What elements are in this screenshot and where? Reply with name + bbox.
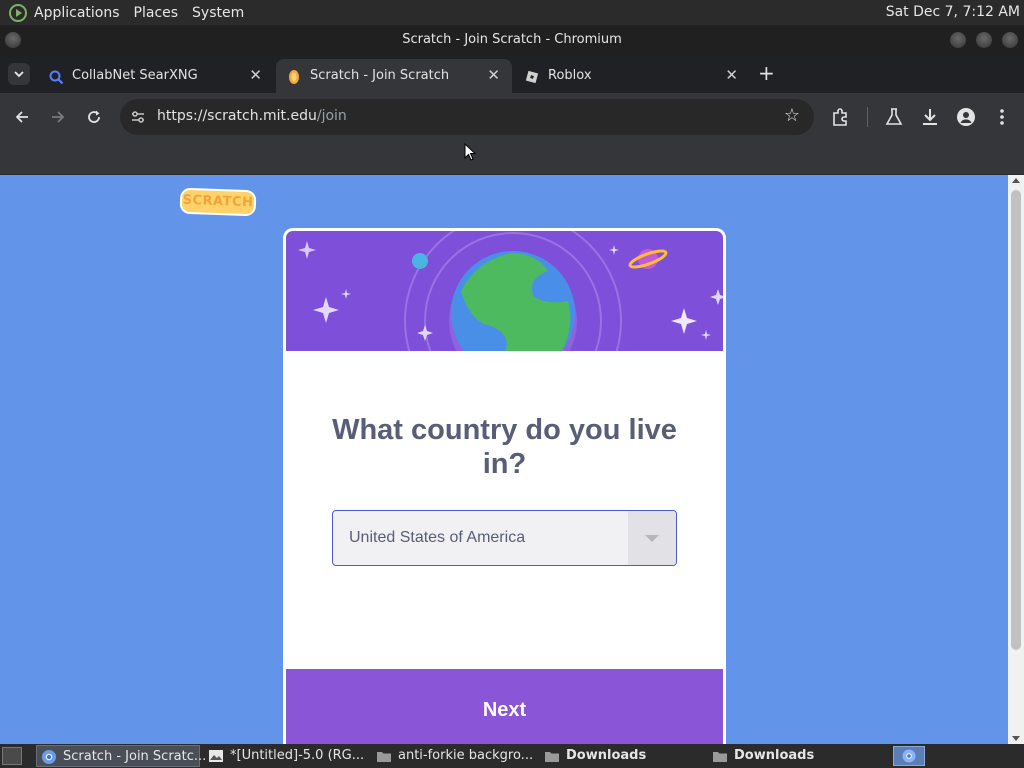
back-arrow-icon[interactable] (10, 105, 34, 129)
download-icon[interactable] (918, 105, 942, 129)
close-window-button[interactable] (1002, 32, 1018, 48)
url-path: /join (316, 108, 347, 124)
scratch-logo[interactable]: SCRATCH (179, 187, 257, 217)
taskbar-item-label: *[Untitled]-5.0 (RG... (230, 748, 365, 763)
toolbar-separator (867, 107, 868, 127)
more-menu-icon[interactable] (990, 105, 1014, 129)
earth-space-illustration (298, 231, 723, 351)
roblox-icon (525, 70, 539, 84)
maximize-button[interactable] (976, 32, 992, 48)
taskbar-item-label: Scratch - Join Scratc... (63, 749, 207, 764)
extensions-puzzle-icon[interactable] (829, 105, 853, 129)
applications-menu[interactable]: Applications (34, 5, 120, 21)
taskbar-item-chromium[interactable]: Scratch - Join Scratc... (36, 745, 206, 767)
taskbar-item-label: Downloads (566, 748, 647, 763)
places-menu[interactable]: Places (134, 5, 179, 21)
image-editor-icon (209, 750, 223, 762)
tab-roblox[interactable]: Roblox ✕ (514, 59, 750, 93)
scrollbar-thumb[interactable] (1011, 190, 1021, 650)
minimize-button[interactable] (950, 32, 966, 48)
tab-search-button[interactable] (8, 63, 30, 85)
taskbar-item-label: anti-forkie backgro... (398, 748, 534, 763)
clock[interactable]: Sat Dec 7, 7:12 AM (886, 4, 1020, 20)
page-content: SCRATCH What country do you live in? Uni… (0, 175, 1008, 744)
folder-icon (545, 752, 559, 762)
taskbar-item-downloads-2[interactable]: Downloads (708, 745, 872, 767)
space-banner-illustration (286, 231, 723, 351)
chromium-icon (42, 750, 56, 764)
forward-arrow-icon[interactable] (46, 105, 70, 129)
tab-scratch-join[interactable]: Scratch - Join Scratch ✕ (276, 59, 512, 93)
close-icon[interactable]: ✕ (725, 66, 738, 84)
show-desktop-icon[interactable] (2, 747, 22, 765)
scratch-cat-icon (289, 70, 299, 84)
tab-label: Scratch - Join Scratch (310, 68, 450, 83)
labs-flask-icon[interactable] (882, 105, 906, 129)
folder-icon (713, 752, 727, 762)
tab-label: Roblox (548, 68, 592, 83)
bookmarks-bar (0, 141, 1024, 175)
taskbar-item-downloads[interactable]: Downloads (540, 745, 704, 767)
search-icon (49, 70, 64, 85)
taskbar-item-folder[interactable]: anti-forkie backgro... (372, 745, 536, 767)
country-question-heading: What country do you live in? (332, 414, 677, 480)
site-settings-icon[interactable] (130, 109, 146, 125)
desktop-screen: Applications Places System Sat Dec 7, 7:… (0, 0, 1024, 768)
close-icon[interactable]: ✕ (487, 66, 500, 84)
browser-toolbar: https://scratch.mit.edu/join ☆ (0, 93, 1024, 141)
url-text[interactable]: https://scratch.mit.edu/join (157, 108, 347, 124)
chromium-icon (902, 749, 916, 763)
distro-logo-icon[interactable] (9, 3, 27, 22)
system-top-panel: Applications Places System Sat Dec 7, 7:… (0, 0, 1024, 25)
scroll-down-arrow-icon[interactable] (1012, 736, 1020, 741)
tab-searxng[interactable]: CollabNet SearXNG ✕ (38, 59, 274, 93)
mouse-cursor-icon (464, 143, 476, 161)
url-host: https://scratch.mit.edu (157, 108, 317, 124)
window-title: Scratch - Join Scratch - Chromium (402, 32, 622, 47)
join-card: What country do you live in? United Stat… (283, 228, 726, 744)
window-titlebar[interactable]: Scratch - Join Scratch - Chromium (0, 25, 1024, 55)
workspace-switcher[interactable] (893, 746, 925, 766)
next-button[interactable]: Next (286, 669, 723, 744)
taskbar-item-label: Downloads (734, 748, 815, 763)
join-card-body: What country do you live in? United Stat… (286, 351, 723, 669)
next-button-label: Next (482, 699, 527, 721)
new-tab-button[interactable]: + (758, 61, 775, 85)
profile-avatar-icon[interactable] (954, 105, 978, 129)
tab-label: CollabNet SearXNG (72, 68, 198, 83)
address-bar[interactable]: https://scratch.mit.edu/join ☆ (120, 99, 814, 135)
bookmark-star-icon[interactable]: ☆ (784, 105, 800, 126)
page-scrollbar[interactable] (1008, 175, 1024, 744)
system-menu[interactable]: System (192, 5, 244, 21)
country-select-arrow-box[interactable] (628, 511, 676, 565)
folder-icon (377, 752, 391, 762)
reload-icon[interactable] (82, 105, 106, 129)
taskbar-item-image-editor[interactable]: *[Untitled]-5.0 (RG... (204, 745, 368, 767)
bottom-taskbar: Scratch - Join Scratc... *[Untitled]-5.0… (0, 744, 1024, 768)
close-icon[interactable]: ✕ (249, 66, 262, 84)
scroll-up-arrow-icon[interactable] (1012, 178, 1020, 183)
tab-strip: CollabNet SearXNG ✕ Scratch - Join Scrat… (0, 55, 1024, 93)
chevron-down-icon (14, 71, 24, 78)
country-select[interactable]: United States of America (332, 510, 677, 566)
country-select-value: United States of America (349, 529, 526, 546)
dropdown-arrow-icon (645, 535, 659, 542)
